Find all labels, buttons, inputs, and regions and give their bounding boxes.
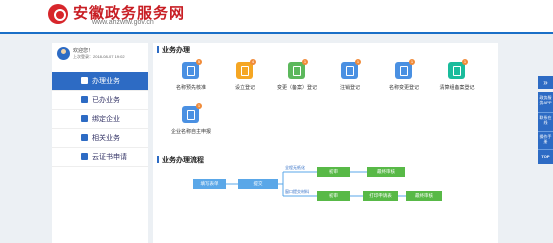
- expand-tools-button[interactable]: »: [538, 76, 553, 89]
- app-qr-button[interactable]: 政务服务APP: [538, 92, 553, 112]
- flow-step-review-1: 初审: [317, 167, 350, 177]
- flow-branch-window: 窗口提交材料: [285, 189, 309, 194]
- certificate-icon: [81, 153, 88, 160]
- flow-branch-paperless: 全程无纸化: [285, 165, 305, 170]
- sidebar: 欢迎您！ 上次登录：2018-08-07 19:02 办理业务 已办业务 绑定企…: [52, 43, 148, 243]
- site-url: www.ahzwfw.gov.cn: [92, 19, 154, 26]
- list-icon: [81, 134, 88, 141]
- avatar: [57, 47, 70, 60]
- flow-step-review-2: 初审: [317, 191, 350, 201]
- sidebar-item-bind-enterprise[interactable]: 绑定企业: [52, 110, 148, 129]
- sidebar-item-completed-business[interactable]: 已办业务: [52, 91, 148, 110]
- sidebar-item-handle-business[interactable]: 办理业务: [52, 72, 148, 91]
- sidebar-item-label: 办理业务: [92, 78, 120, 85]
- briefcase-icon: [81, 77, 88, 84]
- header-bar: 安徽政务服务网 www.ahzwfw.gov.cn: [0, 0, 553, 32]
- online-contact-button[interactable]: 联系在线: [538, 112, 553, 131]
- flow-step-final-1: 最终审核: [367, 167, 405, 177]
- flow-step-submit: 提交: [238, 179, 278, 189]
- sidebar-menu: 办理业务 已办业务 绑定企业 相关业务 云证书申请: [52, 72, 148, 167]
- document-icon: [81, 96, 88, 103]
- flow-step-print-form: 打印申请表: [363, 191, 398, 201]
- welcome-text: 欢迎您！: [73, 48, 94, 54]
- user-info: 欢迎您！ 上次登录：2018-08-07 19:02: [52, 43, 148, 65]
- flow-step-final-2: 最终审核: [406, 191, 442, 201]
- sidebar-item-cloud-certificate[interactable]: 云证书申请: [52, 148, 148, 167]
- site-logo-icon[interactable]: [48, 4, 68, 24]
- sidebar-item-related-business[interactable]: 相关业务: [52, 129, 148, 148]
- main-panel: 业务办理 5 名称预先核准 4 设立登记 1 变更（备案）登记 1 注销登记 1…: [153, 43, 498, 243]
- sidebar-item-label: 相关业务: [92, 135, 120, 142]
- flow-connectors: [226, 171, 406, 197]
- header-divider: [0, 32, 553, 34]
- back-to-top-button[interactable]: TOP: [538, 149, 553, 164]
- building-icon: [81, 115, 88, 122]
- flow-step-fill-form: 填写表单: [193, 179, 226, 189]
- manual-button[interactable]: 操作手册: [538, 131, 553, 149]
- sidebar-item-label: 云证书申请: [92, 154, 127, 161]
- sidebar-item-label: 绑定企业: [92, 116, 120, 123]
- last-login-text: 上次登录：2018-08-07 19:02: [73, 54, 125, 59]
- sidebar-item-label: 已办业务: [92, 97, 120, 104]
